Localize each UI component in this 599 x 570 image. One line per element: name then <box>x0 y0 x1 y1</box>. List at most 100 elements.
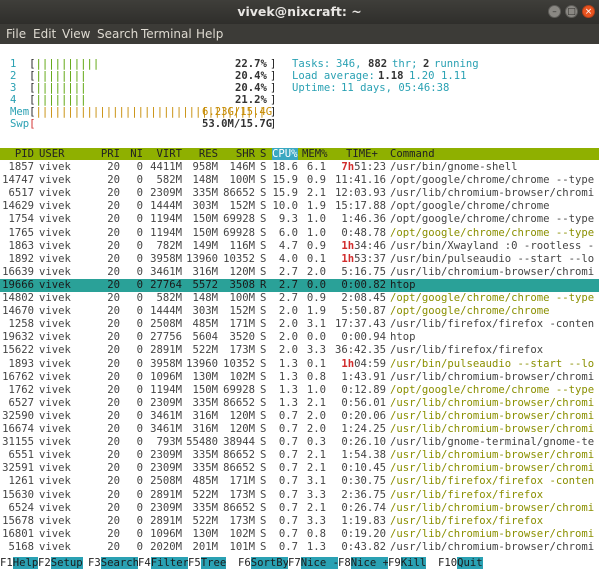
menu-file[interactable]: File <box>6 24 26 44</box>
cell-user: vivek <box>39 423 71 435</box>
process-row[interactable]: 31155 vivek 20 0 793M 55480 38944 S 0.7 0.3 0:26.1… <box>0 436 599 449</box>
cell-time: 12:03.93 <box>334 187 386 200</box>
process-row[interactable]: 1762 vivek 20 0 1194M 150M 69928 S 1.3 1.0 0:12.89… <box>0 384 599 397</box>
col-pid[interactable]: PID <box>8 148 34 160</box>
process-row[interactable]: 15622 vivek 20 0 2891M 522M 173M S 2.0 3.3 36:42.3… <box>0 344 599 357</box>
cell-time: 0:19.20 <box>341 527 386 540</box>
col-time[interactable]: TIME+ <box>346 148 379 160</box>
cell-cpu: 2.0 <box>278 318 298 331</box>
title-bar[interactable]: vivek@nixcraft: ~ – □ × <box>0 0 599 24</box>
cell-ni: 0 <box>136 187 143 200</box>
cell-s: S <box>260 292 267 304</box>
cell-res: 485M <box>192 318 218 331</box>
fkey-tree[interactable]: F5Tree <box>188 556 227 570</box>
process-table-header[interactable]: PID USER PRI NI VIRT RES SHR S CPU% MEM%… <box>0 148 599 160</box>
col-mem[interactable]: MEM% <box>302 148 330 160</box>
process-row[interactable]: 5168 vivek 20 0 2020M 201M 101M S 0.7 1.3 0:43.82 /… <box>0 541 599 554</box>
process-row[interactable]: 19666 vivek 20 0 27764 5572 3508 R 2.7 0.0 0:00.82… <box>0 278 599 292</box>
cell-res: 316M <box>192 409 218 422</box>
cell-pri: 20 <box>107 540 120 553</box>
menu-terminal[interactable]: Terminal <box>141 24 192 44</box>
cell-s: S <box>260 239 267 252</box>
fkey-help[interactable]: F1Help <box>0 556 39 570</box>
menu-view[interactable]: View <box>62 24 90 44</box>
cell-res: 130M <box>192 527 218 540</box>
cell-cpu: 0.7 <box>278 540 298 553</box>
fkey-search[interactable]: F3Search <box>88 556 140 570</box>
process-row[interactable]: 1857 vivek 20 0 4411M 958M 146M S 18.6 6.1 7h51:23… <box>0 161 599 174</box>
cell-pri: 20 <box>107 318 120 331</box>
process-row[interactable]: 15630 vivek 20 0 2891M 522M 173M S 0.7 3.3 2:36.75… <box>0 489 599 502</box>
process-row[interactable]: 1893 vivek 20 0 3958M 13960 10352 S 1.3 0.1 1h04:5… <box>0 358 599 371</box>
cell-s: S <box>260 396 267 409</box>
cell-user: vivek <box>39 331 71 344</box>
load-label: Load average: <box>292 70 375 82</box>
fkey-setup[interactable]: F2Setup <box>38 556 83 570</box>
cell-s: S <box>260 252 267 265</box>
menu-edit[interactable]: Edit <box>33 24 56 44</box>
fkey-sortby[interactable]: F6SortBy <box>238 556 290 570</box>
process-row[interactable]: 14629 vivek 20 0 1444M 303M 152M S 10.0 1.9 15:17.… <box>0 200 599 213</box>
cell-command: /usr/lib/chromium-browser/chromi <box>390 462 595 475</box>
process-row[interactable]: 6551 vivek 20 0 2309M 335M 86652 S 0.7 2.1 1:54.38… <box>0 449 599 462</box>
cell-shr: 102M <box>229 370 255 383</box>
process-row[interactable]: 1258 vivek 20 0 2508M 485M 171M S 2.0 3.1 17:37.43… <box>0 318 599 331</box>
process-row[interactable]: 6527 vivek 20 0 2309M 335M 86652 S 1.3 2.1 0:56.01… <box>0 397 599 410</box>
col-res[interactable]: RES <box>186 148 218 160</box>
process-row[interactable]: 32591 vivek 20 0 2309M 335M 86652 S 0.7 2.1 0:10.4… <box>0 462 599 475</box>
col-state[interactable]: S <box>260 148 266 160</box>
process-row[interactable]: 19632 vivek 20 0 27756 5604 3520 S 2.0 0.0 0:00.94… <box>0 331 599 344</box>
fkey-filter[interactable]: F4Filter <box>138 556 190 570</box>
process-row[interactable]: 1261 vivek 20 0 2508M 485M 171M S 0.7 3.1 0:30.75 /… <box>0 475 599 488</box>
cell-user: vivek <box>39 239 71 252</box>
cell-ni: 0 <box>136 344 143 357</box>
fkey-nice-minus[interactable]: F7Nice - <box>288 556 340 570</box>
fkey-kill[interactable]: F9Kill <box>388 556 427 570</box>
cell-res: 522M <box>192 514 218 527</box>
process-row[interactable]: 1892 vivek 20 0 3958M 13960 10352 S 4.0 0.1 1h53:3… <box>0 253 599 266</box>
cell-user: vivek <box>39 370 71 383</box>
fkey-nice-plus[interactable]: F8Nice + <box>338 556 390 570</box>
terminal-content[interactable]: 1 [|||||||||| 22.7%] 2 [|||||||| 20.4%] … <box>0 44 599 570</box>
col-command[interactable]: Command <box>390 148 435 160</box>
cell-res: 303M <box>192 200 218 213</box>
process-row[interactable]: 6517 vivek 20 0 2309M 335M 86652 S 15.9 2.1 12:03.… <box>0 187 599 200</box>
col-cpu[interactable]: CPU% <box>272 148 298 160</box>
cell-cpu: 2.0 <box>278 331 298 344</box>
col-shr[interactable]: SHR <box>222 148 255 160</box>
cell-user: vivek <box>39 488 71 501</box>
cell-res: 335M <box>192 187 218 200</box>
process-row[interactable]: 16639 vivek 20 0 3461M 316M 120M S 2.7 2.0 5:16.75… <box>0 266 599 279</box>
close-button[interactable]: × <box>582 5 595 18</box>
cell-virt: 2508M <box>150 318 182 331</box>
process-row[interactable]: 16674 vivek 20 0 3461M 316M 120M S 0.7 2.0 1:24.25… <box>0 423 599 436</box>
menu-help[interactable]: Help <box>196 24 223 44</box>
process-row[interactable]: 6524 vivek 20 0 2309M 335M 86652 S 0.7 2.1 0:26.74… <box>0 502 599 515</box>
process-row[interactable]: 15678 vivek 20 0 2891M 522M 173M S 0.7 3.3 1:19.83… <box>0 515 599 528</box>
process-row[interactable]: 16801 vivek 20 0 1096M 130M 102M S 0.7 0.8 0:19.20… <box>0 528 599 541</box>
cell-shr: 171M <box>229 318 255 331</box>
fkey-quit[interactable]: F10Quit <box>438 556 483 570</box>
process-row[interactable]: 32590 vivek 20 0 3461M 316M 120M S 0.7 2.0 0:20.06… <box>0 410 599 423</box>
cell-pid: 1762 <box>8 383 34 396</box>
col-virt[interactable]: VIRT <box>150 148 182 160</box>
cell-pid: 31155 <box>2 436 34 449</box>
minimize-button[interactable]: – <box>548 5 561 18</box>
process-row[interactable]: 1765 vivek 20 0 1194M 150M 69928 S 6.0 1.0 0:48.78… <box>0 227 599 240</box>
cell-s: S <box>260 161 267 173</box>
maximize-button[interactable]: □ <box>565 5 578 18</box>
process-row[interactable]: 1754 vivek 20 0 1194M 150M 69928 S 9.3 1.0 1:46.36… <box>0 213 599 226</box>
cell-res: 335M <box>192 449 218 462</box>
process-row[interactable]: 14670 vivek 20 0 1444M 303M 152M S 2.0 1.9 5:50.87… <box>0 305 599 318</box>
col-ni[interactable]: NI <box>125 148 143 160</box>
process-row[interactable]: 14747 vivek 20 0 582M 148M 100M S 15.9 0.9 11:41.1… <box>0 174 599 187</box>
process-row[interactable]: 14802 vivek 20 0 582M 148M 100M S 2.7 0.9 2:08.45 /… <box>0 292 599 305</box>
cell-command: /usr/lib/chromium-browser/chromi <box>390 501 595 514</box>
cell-user: vivek <box>39 252 71 265</box>
col-pri[interactable]: PRI <box>98 148 120 160</box>
cell-mem: 0.8 <box>306 527 326 540</box>
menu-search[interactable]: Search <box>97 24 138 44</box>
col-user[interactable]: USER <box>39 148 65 160</box>
process-row[interactable]: 1863 vivek 20 0 782M 149M 116M S 4.7 0.9 1h34:46/u… <box>0 240 599 253</box>
process-row[interactable]: 16762 vivek 20 0 1096M 130M 102M S 1.3 0.8 1:43.91… <box>0 371 599 384</box>
